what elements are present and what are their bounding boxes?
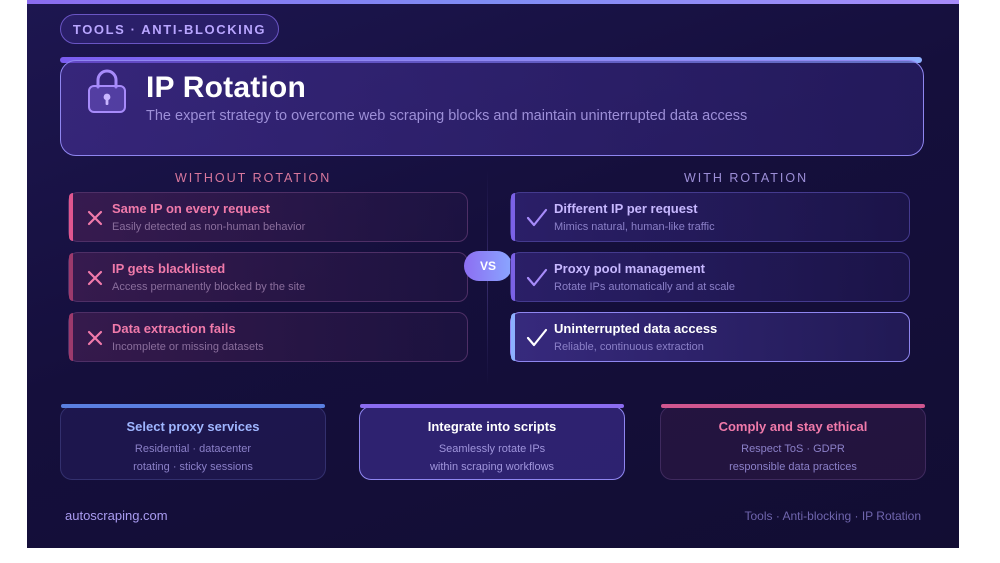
cross-icon bbox=[87, 330, 103, 346]
category-tag: TOOLS · ANTI-BLOCKING bbox=[60, 14, 279, 44]
without-rotation-heading: WITHOUT ROTATION bbox=[175, 171, 332, 185]
step-select-proxy: Select proxy services Residential · data… bbox=[60, 404, 326, 480]
step-title: Comply and stay ethical bbox=[718, 419, 868, 434]
page-subtitle: The expert strategy to overcome web scra… bbox=[146, 108, 748, 124]
row-accent bbox=[511, 193, 515, 241]
with-item-different-ip: Different IP per request Mimics natural,… bbox=[510, 192, 910, 242]
step-line-2: rotating · sticky sessions bbox=[133, 461, 253, 473]
footer-site-link[interactable]: autoscraping.com bbox=[65, 508, 168, 523]
row-description: Easily detected as non-human behavior bbox=[112, 221, 306, 233]
without-item-blacklisted: IP gets blacklisted Access permanently b… bbox=[68, 252, 468, 302]
row-description: Access permanently blocked by the site bbox=[112, 281, 306, 293]
step-accent-bar bbox=[661, 404, 925, 408]
hero-banner: IP Rotation The expert strategy to overc… bbox=[60, 60, 924, 156]
infographic-card: TOOLS · ANTI-BLOCKING IP Rotation The ex… bbox=[27, 0, 959, 548]
vs-badge: VS bbox=[464, 251, 512, 281]
row-title: IP gets blacklisted bbox=[112, 261, 226, 276]
row-title: Proxy pool management bbox=[554, 261, 705, 276]
row-description: Incomplete or missing datasets bbox=[112, 341, 264, 353]
row-title: Uninterrupted data access bbox=[554, 321, 718, 336]
cross-icon bbox=[87, 210, 103, 226]
row-accent bbox=[69, 193, 73, 241]
row-accent bbox=[511, 253, 515, 301]
step-line-1: Seamlessly rotate IPs bbox=[438, 443, 546, 455]
check-icon bbox=[526, 328, 548, 347]
step-line-2: responsible data practices bbox=[729, 461, 857, 473]
lock-icon bbox=[88, 69, 126, 113]
with-item-uninterrupted: Uninterrupted data access Reliable, cont… bbox=[510, 312, 910, 362]
step-title: Select proxy services bbox=[126, 419, 260, 434]
check-icon bbox=[526, 208, 548, 227]
step-line-2: within scraping workflows bbox=[429, 461, 555, 473]
without-item-same-ip: Same IP on every request Easily detected… bbox=[68, 192, 468, 242]
step-line-1: Respect ToS · GDPR bbox=[741, 443, 845, 455]
row-title: Same IP on every request bbox=[112, 201, 271, 216]
step-integrate-scripts: Integrate into scripts Seamlessly rotate… bbox=[359, 404, 625, 480]
step-line-1: Residential · datacenter bbox=[134, 443, 252, 455]
step-accent-bar bbox=[360, 404, 624, 408]
step-comply-ethical: Comply and stay ethical Respect ToS · GD… bbox=[660, 404, 926, 480]
page-title: IP Rotation bbox=[146, 71, 306, 104]
step-title: Integrate into scripts bbox=[427, 419, 557, 434]
row-description: Mimics natural, human-like traffic bbox=[554, 221, 715, 233]
row-accent bbox=[511, 313, 515, 361]
footer-breadcrumb: Tools · Anti-blocking · IP Rotation bbox=[744, 509, 921, 523]
without-item-extraction-fails: Data extraction fails Incomplete or miss… bbox=[68, 312, 468, 362]
row-description: Reliable, continuous extraction bbox=[554, 341, 704, 353]
check-icon bbox=[526, 268, 548, 287]
row-title: Different IP per request bbox=[554, 201, 698, 216]
with-rotation-heading: WITH ROTATION bbox=[684, 171, 809, 185]
row-title: Data extraction fails bbox=[112, 321, 236, 336]
step-accent-bar bbox=[61, 404, 325, 408]
cross-icon bbox=[87, 270, 103, 286]
row-accent bbox=[69, 253, 73, 301]
row-accent bbox=[69, 313, 73, 361]
with-item-proxy-pool: Proxy pool management Rotate IPs automat… bbox=[510, 252, 910, 302]
row-description: Rotate IPs automatically and at scale bbox=[554, 281, 735, 293]
